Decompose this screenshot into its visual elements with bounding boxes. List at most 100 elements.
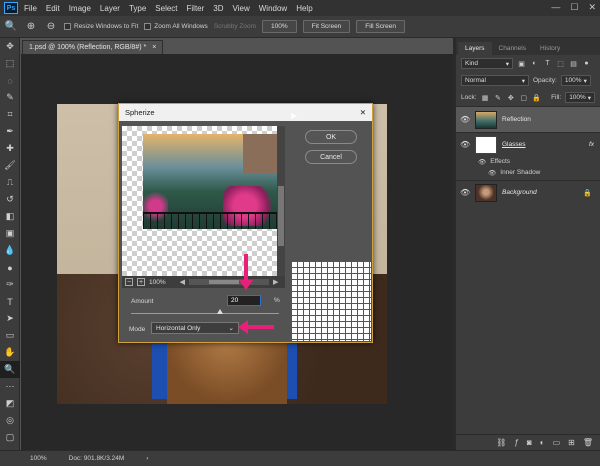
- resize-windows-checkbox[interactable]: Resize Windows to Fit: [64, 23, 138, 30]
- more-tools-icon[interactable]: ⋯: [0, 378, 20, 395]
- dodge-tool-icon[interactable]: ●: [0, 259, 20, 276]
- healing-brush-tool-icon[interactable]: ✚: [0, 140, 20, 157]
- clone-stamp-tool-icon[interactable]: ⎍: [0, 174, 20, 191]
- menu-help[interactable]: Help: [296, 4, 312, 13]
- close-window-icon[interactable]: ✕: [588, 2, 596, 13]
- eraser-tool-icon[interactable]: ◧: [0, 208, 20, 225]
- inner-shadow-row[interactable]: 👁 Inner Shadow: [456, 167, 600, 178]
- menu-filter[interactable]: Filter: [187, 4, 205, 13]
- add-mask-icon[interactable]: ◙: [527, 438, 532, 447]
- status-zoom[interactable]: 100%: [30, 455, 47, 462]
- dialog-titlebar[interactable]: Spherize ✕: [119, 104, 372, 121]
- eyedropper-tool-icon[interactable]: ✒: [0, 123, 20, 140]
- add-style-icon[interactable]: ƒ: [514, 438, 518, 447]
- visibility-eye-icon[interactable]: 👁: [460, 188, 470, 197]
- menu-layer[interactable]: Layer: [100, 4, 120, 13]
- menu-type[interactable]: Type: [129, 4, 146, 13]
- preview-vertical-scrollbar[interactable]: [277, 126, 285, 276]
- preview-horizontal-scrollbar[interactable]: [189, 279, 270, 285]
- amount-slider[interactable]: [131, 313, 279, 314]
- shape-filter-icon[interactable]: ⬚: [556, 59, 565, 68]
- menu-select[interactable]: Select: [155, 4, 177, 13]
- close-icon[interactable]: ✕: [360, 108, 366, 117]
- menu-window[interactable]: Window: [259, 4, 287, 13]
- scroll-right-icon[interactable]: ▶: [273, 278, 278, 286]
- fill-screen-button[interactable]: Fill Screen: [356, 20, 406, 33]
- fill-input[interactable]: 100% ▾: [565, 92, 595, 103]
- zoom-out-icon[interactable]: ⊖: [44, 20, 58, 34]
- pen-tool-icon[interactable]: ✑: [0, 276, 20, 293]
- minimize-icon[interactable]: —: [551, 2, 560, 13]
- fx-icon[interactable]: fx: [589, 141, 594, 148]
- type-tool-icon[interactable]: T: [0, 293, 20, 310]
- quick-mask-icon[interactable]: ◎: [0, 412, 20, 429]
- blur-tool-icon[interactable]: 💧: [0, 242, 20, 259]
- zoom-tool-icon[interactable]: 🔍: [4, 20, 18, 34]
- fit-screen-button[interactable]: Fit Screen: [302, 20, 351, 33]
- tab-history[interactable]: History: [533, 42, 567, 55]
- scroll-thumb[interactable]: [209, 280, 240, 284]
- pixel-filter-icon[interactable]: ▣: [517, 59, 526, 68]
- new-group-icon[interactable]: ▭: [553, 438, 561, 447]
- effects-row[interactable]: 👁 Effects: [456, 156, 600, 167]
- visibility-eye-icon[interactable]: 👁: [478, 158, 486, 166]
- shape-tool-icon[interactable]: ▭: [0, 327, 20, 344]
- smart-filter-icon[interactable]: ▤: [569, 59, 578, 68]
- filter-preview[interactable]: [122, 126, 277, 276]
- lock-pixels-icon[interactable]: ▦: [481, 93, 490, 102]
- type-filter-icon[interactable]: T: [543, 59, 552, 68]
- new-layer-icon[interactable]: ⊞: [568, 438, 575, 447]
- cancel-button[interactable]: Cancel: [305, 150, 357, 164]
- amount-slider-knob[interactable]: [216, 309, 223, 314]
- tab-layers[interactable]: Layers: [458, 42, 492, 55]
- maximize-icon[interactable]: ☐: [570, 2, 578, 13]
- filter-toggle-icon[interactable]: ●: [582, 59, 591, 68]
- visibility-eye-icon[interactable]: 👁: [460, 115, 470, 124]
- status-arrow-icon[interactable]: ›: [146, 455, 148, 462]
- menu-image[interactable]: Image: [69, 4, 91, 13]
- blend-mode-select[interactable]: Normal ▾: [461, 75, 529, 86]
- zoom-in-icon[interactable]: ⊕: [24, 20, 38, 34]
- screen-mode-icon[interactable]: ▢: [0, 429, 20, 446]
- menu-file[interactable]: File: [24, 4, 37, 13]
- mode-select[interactable]: Horizontal Only ⌄: [151, 322, 239, 334]
- scrubby-zoom-checkbox[interactable]: Scrubby Zoom: [214, 23, 256, 30]
- lock-all-icon[interactable]: 🔒: [532, 93, 541, 102]
- lock-paint-icon[interactable]: ✎: [493, 93, 502, 102]
- zoom-tool-icon[interactable]: 🔍: [0, 361, 20, 378]
- visibility-eye-icon[interactable]: 👁: [460, 140, 470, 149]
- link-layers-icon[interactable]: ⛓: [496, 438, 506, 447]
- marquee-tool-icon[interactable]: ⬚: [0, 55, 20, 72]
- layer-kind-select[interactable]: Kind ▾: [461, 58, 513, 69]
- close-tab-icon[interactable]: ×: [152, 44, 156, 51]
- color-swatches-icon[interactable]: ◩: [0, 395, 20, 412]
- zoom-all-checkbox[interactable]: Zoom All Windows: [144, 23, 208, 30]
- zoom-percent-button[interactable]: 100%: [262, 20, 297, 33]
- menu-edit[interactable]: Edit: [46, 4, 60, 13]
- tab-channels[interactable]: Channels: [492, 42, 533, 55]
- path-select-tool-icon[interactable]: ➤: [0, 310, 20, 327]
- scroll-thumb[interactable]: [278, 186, 284, 246]
- ok-button[interactable]: OK: [305, 130, 357, 144]
- crop-tool-icon[interactable]: ⌗: [0, 106, 20, 123]
- adjustment-layer-icon[interactable]: ◐: [540, 438, 545, 447]
- scroll-left-icon[interactable]: ◀: [180, 278, 185, 286]
- layer-background[interactable]: 👁 Background 🔒: [456, 180, 600, 204]
- lock-artboard-icon[interactable]: ▢: [519, 93, 528, 102]
- zoom-in-button[interactable]: +: [137, 278, 145, 286]
- lock-position-icon[interactable]: ✥: [506, 93, 515, 102]
- hand-tool-icon[interactable]: ✋: [0, 344, 20, 361]
- layer-reflection[interactable]: 👁 Reflection: [456, 106, 600, 132]
- lasso-tool-icon[interactable]: ◌: [0, 72, 20, 89]
- visibility-eye-icon[interactable]: 👁: [488, 169, 496, 177]
- adjust-filter-icon[interactable]: ◐: [530, 59, 539, 68]
- layer-glasses[interactable]: 👁 Glasses fx: [456, 132, 600, 156]
- opacity-input[interactable]: 100% ▾: [560, 75, 591, 86]
- menu-3d[interactable]: 3D: [213, 4, 223, 13]
- history-brush-tool-icon[interactable]: ↺: [0, 191, 20, 208]
- paint-bucket-tool-icon[interactable]: ▣: [0, 225, 20, 242]
- trash-icon[interactable]: 🗑: [583, 438, 593, 447]
- move-tool-icon[interactable]: ✥: [0, 38, 20, 55]
- zoom-out-button[interactable]: −: [125, 278, 133, 286]
- quick-select-tool-icon[interactable]: ✎: [0, 89, 20, 106]
